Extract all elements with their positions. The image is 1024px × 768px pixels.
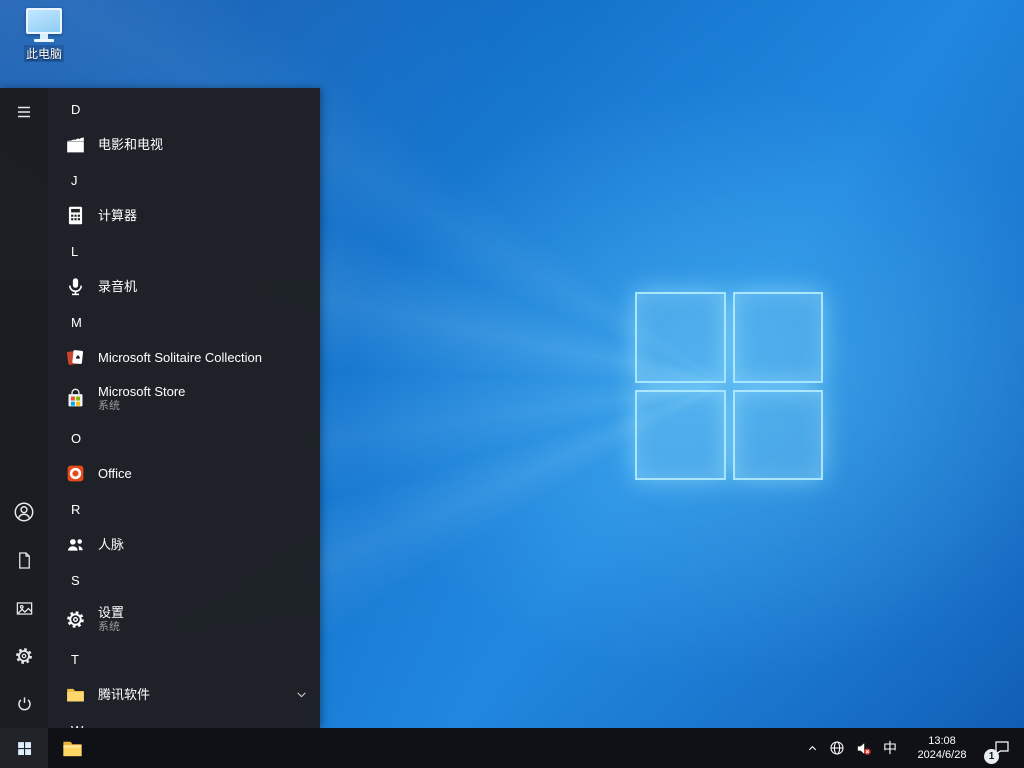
folder-explorer-icon xyxy=(62,741,82,756)
network-button[interactable] xyxy=(824,728,850,768)
settings-button[interactable] xyxy=(0,632,48,680)
app-group-letter-w[interactable]: W xyxy=(48,713,320,729)
app-label: 设置 xyxy=(98,604,125,620)
solitaire-icon xyxy=(62,345,88,371)
start-menu-app-list: D 电影和电视 J 计算器 L 录音机 M Microsoft Solitair… xyxy=(48,88,320,728)
app-label: Office xyxy=(98,466,132,481)
logo-pane xyxy=(732,292,823,383)
user-icon xyxy=(14,502,34,522)
pictures-icon xyxy=(16,601,32,615)
volume-button[interactable] xyxy=(850,728,876,768)
this-pc-label: 此电脑 xyxy=(23,45,64,62)
app-label: 计算器 xyxy=(98,208,138,223)
pictures-button[interactable] xyxy=(0,584,48,632)
app-sublabel: 系统 xyxy=(98,399,120,412)
app-group-letter-t[interactable]: T xyxy=(48,642,320,676)
app-label: Microsoft Store xyxy=(98,383,186,399)
rail-spacer xyxy=(0,136,48,488)
start-menu: D 电影和电视 J 计算器 L 录音机 M Microsoft Solitair… xyxy=(0,88,320,728)
app-label: 电影和电视 xyxy=(98,137,164,152)
app-group-letter-l[interactable]: L xyxy=(48,234,320,268)
app-item-office[interactable]: Office xyxy=(48,455,320,492)
power-icon xyxy=(17,696,31,710)
notification-badge: 1 xyxy=(984,749,999,764)
logo-pane xyxy=(635,292,726,383)
office-icon xyxy=(62,461,88,487)
logo-pane xyxy=(732,389,823,480)
this-pc-desktop-icon[interactable]: 此电脑 xyxy=(12,8,76,62)
app-folder-tencent[interactable]: 腾讯软件 xyxy=(48,676,320,713)
app-group-letter-o[interactable]: O xyxy=(48,421,320,455)
app-item-solitaire[interactable]: Microsoft Solitaire Collection xyxy=(48,339,320,376)
people-icon xyxy=(62,532,88,558)
app-item-movies-tv[interactable]: 电影和电视 xyxy=(48,126,320,163)
app-label: Microsoft Solitaire Collection xyxy=(98,350,263,365)
gear-icon xyxy=(62,607,88,633)
ime-label: 中 xyxy=(883,740,897,756)
movies-tv-icon xyxy=(62,132,88,158)
account-button[interactable] xyxy=(0,488,48,536)
app-label: 人脉 xyxy=(98,537,125,552)
document-icon xyxy=(18,551,30,569)
logo-pane xyxy=(635,389,726,480)
app-item-settings[interactable]: 设置 系统 xyxy=(48,597,320,642)
start-menu-rail xyxy=(0,88,48,728)
app-item-people[interactable]: 人脉 xyxy=(48,526,320,563)
speaker-muted-icon xyxy=(857,742,871,755)
app-item-microsoft-store[interactable]: Microsoft Store 系统 xyxy=(48,376,320,421)
hamburger-icon xyxy=(18,106,30,118)
taskbar-clock[interactable]: 13:08 2024/6/28 xyxy=(904,728,980,768)
calculator-icon xyxy=(62,203,88,229)
clock-date: 2024/6/28 xyxy=(917,749,967,761)
power-button[interactable] xyxy=(0,680,48,728)
documents-button[interactable] xyxy=(0,536,48,584)
chevron-down-icon[interactable] xyxy=(295,688,308,701)
file-explorer-button[interactable] xyxy=(48,728,96,768)
store-icon xyxy=(62,386,88,412)
taskbar: 中 13:08 2024/6/28 1 xyxy=(0,728,1024,768)
app-label: 录音机 xyxy=(98,279,138,294)
app-group-letter-d[interactable]: D xyxy=(48,92,320,126)
app-group-letter-m[interactable]: M xyxy=(48,305,320,339)
app-sublabel: 系统 xyxy=(98,620,120,633)
clock-time: 13:08 xyxy=(928,735,956,747)
app-group-letter-s[interactable]: S xyxy=(48,563,320,597)
system-tray: 中 13:08 2024/6/28 1 xyxy=(800,728,1024,768)
ime-indicator[interactable]: 中 xyxy=(876,728,904,768)
expand-menu-button[interactable] xyxy=(0,88,48,136)
start-button[interactable] xyxy=(0,728,48,768)
tray-expand-button[interactable] xyxy=(800,728,824,768)
network-globe-icon xyxy=(830,741,844,755)
app-label: 腾讯软件 xyxy=(98,687,151,702)
chevron-up-icon xyxy=(808,745,816,750)
this-pc-monitor-icon xyxy=(26,8,62,42)
voice-recorder-icon xyxy=(62,274,88,300)
windows-wallpaper-logo xyxy=(635,292,823,480)
folder-icon xyxy=(62,682,88,708)
app-group-letter-j[interactable]: J xyxy=(48,163,320,197)
windows-logo-icon xyxy=(17,741,31,755)
app-item-voice-recorder[interactable]: 录音机 xyxy=(48,268,320,305)
app-group-letter-r[interactable]: R xyxy=(48,492,320,526)
action-center-button[interactable]: 1 xyxy=(980,728,1024,768)
gear-icon xyxy=(16,648,32,664)
app-item-calculator[interactable]: 计算器 xyxy=(48,197,320,234)
